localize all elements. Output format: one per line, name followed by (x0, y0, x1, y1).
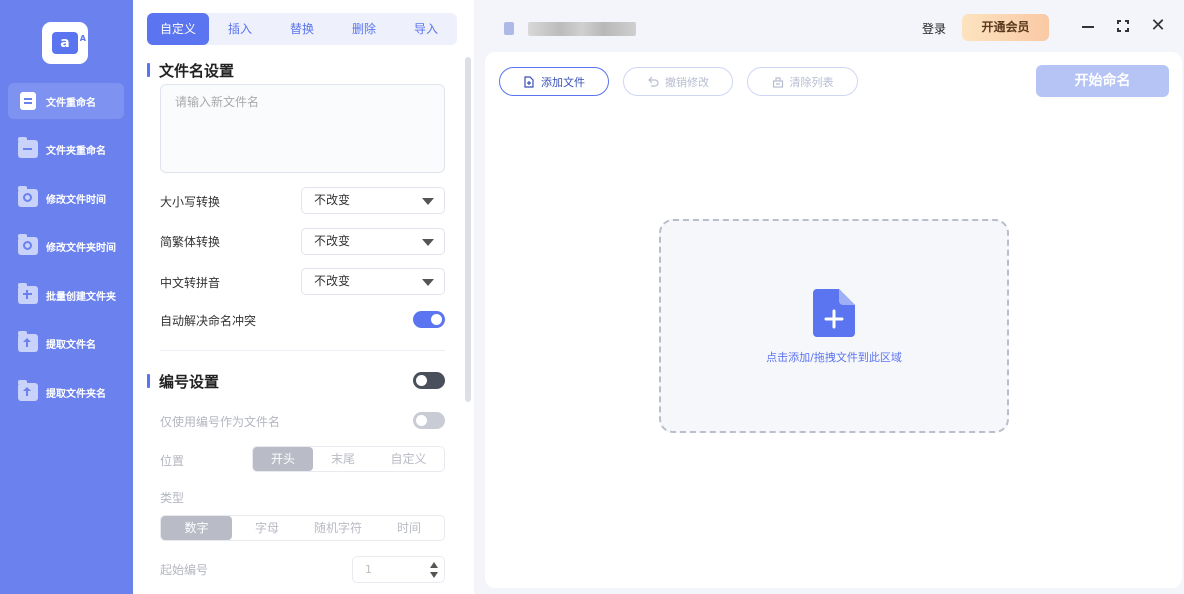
dropzone-text: 点击添加/拖拽文件到此区域 (766, 351, 902, 364)
add-file-large-icon (813, 289, 855, 337)
clear-icon (772, 76, 783, 88)
tab-insert[interactable]: 插入 (209, 13, 271, 45)
auto-resolve-toggle[interactable] (413, 311, 445, 328)
sidebar-item-label: 修改文件时间 (46, 194, 106, 206)
only-number-label: 仅使用编号作为文件名 (160, 415, 281, 429)
type-random-option[interactable]: 随机字符 (302, 516, 374, 540)
settings-panel: 自定义 插入 替换 删除 导入 文件名设置 大小写转换 不改变 简繁体转换 不改… (133, 0, 474, 594)
close-icon: ✕ (1150, 15, 1166, 36)
only-number-toggle[interactable] (413, 412, 445, 429)
start-number-label: 起始编号 (160, 563, 209, 577)
sidebar-item-label: 提取文件夹名 (46, 388, 106, 400)
sidebar-item-folder-time[interactable]: 修改文件夹时间 (8, 228, 124, 264)
stepper-up-icon[interactable] (430, 562, 438, 568)
pinyin-convert-value: 不改变 (314, 274, 351, 288)
undo-icon (648, 76, 659, 87)
chevron-down-icon (422, 279, 434, 286)
stepper-down-icon[interactable] (430, 572, 438, 578)
start-number-value: 1 (365, 563, 372, 576)
window-title-blurred (528, 22, 636, 36)
sidebar-item-file-time[interactable]: 修改文件时间 (8, 180, 124, 216)
type-time-option[interactable]: 时间 (374, 516, 444, 540)
case-convert-select[interactable]: 不改变 (301, 187, 445, 214)
sidebar-item-label: 文件重命名 (46, 97, 96, 109)
traditional-convert-select[interactable]: 不改变 (301, 228, 445, 255)
type-segmented: 数字 字母 随机字符 时间 (160, 515, 445, 541)
panel-scrollbar[interactable] (465, 57, 471, 402)
numbering-settings-title: 编号设置 (147, 371, 219, 392)
sidebar-item-extract-foldername[interactable]: 提取文件夹名 (8, 374, 124, 410)
sidebar-item-label: 提取文件名 (46, 339, 96, 351)
window-icon (504, 22, 514, 35)
clear-list-label: 清除列表 (789, 75, 834, 89)
sidebar-item-label: 批量创建文件夹 (46, 291, 116, 303)
sidebar-item-file-rename[interactable]: 文件重命名 (8, 83, 124, 119)
traditional-convert-label: 简繁体转换 (160, 235, 221, 249)
tab-import[interactable]: 导入 (395, 13, 457, 45)
minimize-icon (1082, 26, 1094, 28)
folder-clock-icon (18, 234, 38, 255)
undo-label: 撤销修改 (665, 75, 709, 89)
document-icon (20, 92, 36, 110)
vip-button[interactable]: 开通会员 (962, 14, 1049, 41)
tab-delete[interactable]: 删除 (333, 13, 395, 45)
sidebar-item-batch-create[interactable]: 批量创建文件夹 (8, 277, 124, 313)
tab-custom[interactable]: 自定义 (147, 13, 209, 45)
traditional-convert-value: 不改变 (314, 234, 351, 248)
add-file-label: 添加文件 (541, 75, 585, 89)
main-area: 添加文件 撤销修改 清除列表 开始命名 点击添加/拖拽文件到此区域 (485, 52, 1182, 588)
auto-resolve-label: 自动解决命名冲突 (160, 314, 257, 328)
chevron-down-icon (422, 198, 434, 205)
fullscreen-icon (1117, 20, 1129, 32)
sidebar-item-folder-rename[interactable]: 文件夹重命名 (8, 131, 124, 167)
start-number-stepper[interactable]: 1 (352, 556, 445, 583)
position-custom-option[interactable]: 自定义 (373, 447, 444, 471)
position-start-option[interactable]: 开头 (253, 447, 313, 471)
login-link[interactable]: 登录 (922, 20, 946, 37)
chevron-down-icon (422, 239, 434, 246)
close-button[interactable]: ✕ (1150, 15, 1166, 36)
add-file-button[interactable]: 添加文件 (499, 67, 609, 96)
sidebar-item-label: 修改文件夹时间 (46, 242, 116, 254)
case-convert-label: 大小写转换 (160, 195, 221, 209)
tab-replace[interactable]: 替换 (271, 13, 333, 45)
tab-bar: 自定义 插入 替换 删除 导入 (147, 13, 457, 45)
app-logo-icon: aA (42, 22, 88, 64)
file-dropzone[interactable]: 点击添加/拖拽文件到此区域 (659, 219, 1009, 433)
pinyin-convert-select[interactable]: 不改变 (301, 268, 445, 295)
maximize-button[interactable] (1115, 18, 1131, 34)
position-label: 位置 (160, 454, 185, 468)
type-letter-option[interactable]: 字母 (232, 516, 302, 540)
filename-settings-title: 文件名设置 (147, 60, 234, 81)
type-number-option[interactable]: 数字 (161, 516, 232, 540)
undo-button[interactable]: 撤销修改 (623, 67, 733, 96)
folder-plus-icon (18, 283, 38, 304)
type-label: 类型 (160, 491, 185, 505)
sidebar-item-label: 文件夹重命名 (46, 145, 106, 157)
new-filename-input[interactable] (160, 84, 445, 173)
sidebar: aA 文件重命名 文件夹重命名 修改文件时间 修改文件夹时间 批量创建文件夹 提… (0, 0, 133, 594)
file-clock-icon (18, 186, 38, 207)
pinyin-convert-label: 中文转拼音 (160, 276, 221, 290)
start-rename-button[interactable]: 开始命名 (1036, 65, 1169, 97)
add-file-icon (524, 75, 534, 88)
clear-list-button[interactable]: 清除列表 (747, 67, 858, 96)
position-end-option[interactable]: 末尾 (313, 447, 373, 471)
extract-upload-icon (18, 331, 38, 352)
folder-extract-icon (18, 380, 38, 401)
divider (160, 350, 445, 351)
case-convert-value: 不改变 (314, 193, 351, 207)
minimize-button[interactable] (1080, 18, 1096, 34)
position-segmented: 开头 末尾 自定义 (252, 446, 445, 472)
folder-rename-icon (18, 137, 38, 158)
sidebar-item-extract-filename[interactable]: 提取文件名 (8, 325, 124, 361)
numbering-toggle[interactable] (413, 372, 445, 389)
